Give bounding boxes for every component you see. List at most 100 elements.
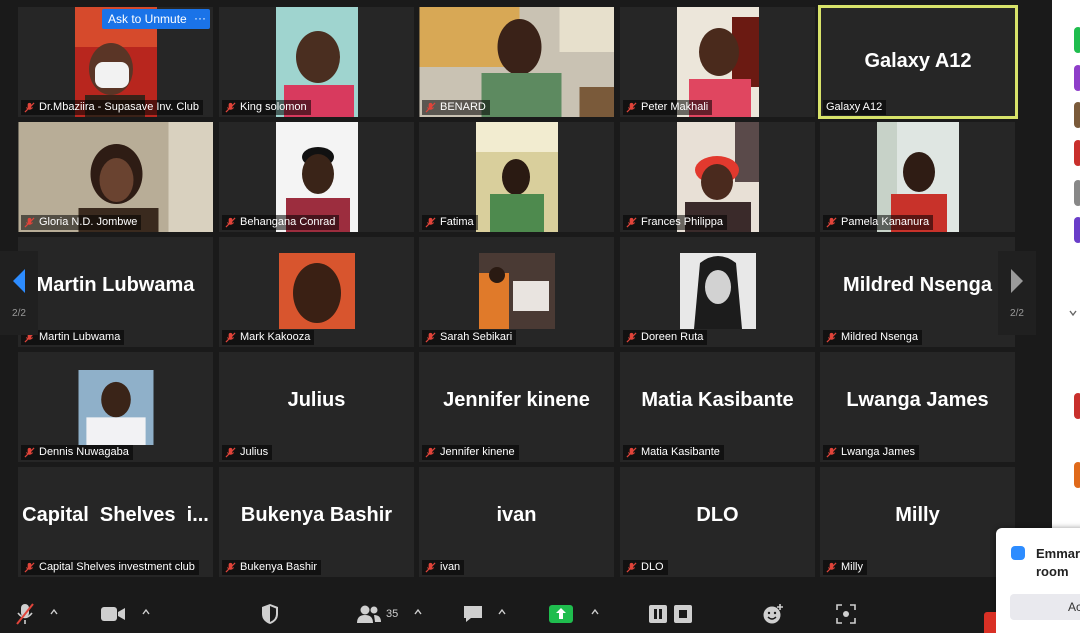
participant-photo <box>478 253 555 329</box>
participant-tile[interactable]: King solomon <box>219 7 414 117</box>
participants-count: 35 <box>386 608 399 620</box>
participant-tile[interactable]: Dennis Nuwagaba <box>18 352 213 462</box>
participant-name: Fatima <box>440 216 474 228</box>
participant-name: Milly <box>841 561 863 573</box>
smiley-add-icon <box>763 604 783 624</box>
participant-tile[interactable]: DLO DLO <box>620 467 815 577</box>
panel-avatar <box>1074 102 1080 128</box>
participant-name: Pamela Kananura <box>841 216 930 228</box>
participant-tile[interactable]: Milly Milly <box>820 467 1015 577</box>
participant-tile[interactable]: Behangana Conrad <box>219 122 414 232</box>
participant-tile[interactable]: Lwanga James Lwanga James <box>820 352 1015 462</box>
participant-tile[interactable]: Doreen Ruta <box>620 237 815 347</box>
participant-tile[interactable]: Mildred Nsenga Mildred Nsenga <box>820 237 1015 347</box>
participant-namebar: Gloria N.D. Jombwe <box>21 215 142 230</box>
participant-tile[interactable]: Peter Makhali <box>620 7 815 117</box>
participant-name: Mark Kakooza <box>240 331 311 343</box>
chevron-up-icon[interactable] <box>413 607 423 617</box>
stop-share-button[interactable] <box>673 601 693 627</box>
end-meeting-button-edge[interactable] <box>984 612 996 633</box>
participant-name: Behangana Conrad <box>240 216 336 228</box>
panel-avatar <box>1074 27 1080 53</box>
panel-avatar <box>1074 140 1080 166</box>
participant-namebar: Peter Makhali <box>623 100 713 115</box>
arrow-right-icon <box>1011 268 1023 293</box>
stop-icon <box>674 605 692 623</box>
pause-share-button[interactable] <box>648 601 668 627</box>
participant-name: DLO <box>641 561 664 573</box>
participant-tile[interactable]: Mark Kakooza <box>219 237 414 347</box>
participant-tile[interactable]: Julius Julius <box>219 352 414 462</box>
muted-mic-icon <box>826 562 837 573</box>
participant-display-name: DLO <box>696 503 739 526</box>
chevron-down-icon[interactable] <box>1068 308 1078 318</box>
shield-icon <box>262 604 278 624</box>
participant-display-name: Jennifer kinene <box>443 388 590 411</box>
panel-avatar <box>1074 462 1080 488</box>
muted-mic-icon <box>24 562 35 573</box>
participant-namebar: Galaxy A12 <box>823 100 887 115</box>
participant-name: Sarah Sebikari <box>440 331 513 343</box>
muted-mic-icon <box>626 102 637 113</box>
participant-video <box>475 122 558 232</box>
more-options-button[interactable]: ··· <box>190 9 210 29</box>
participant-tile[interactable]: Capital Shelves i... Capital Shelves inv… <box>18 467 213 577</box>
participants-button[interactable]: 35 <box>356 601 398 627</box>
chevron-up-icon[interactable] <box>141 607 151 617</box>
chevron-up-icon[interactable] <box>590 607 600 617</box>
participant-namebar: Fatima <box>422 215 478 230</box>
participant-name: Peter Makhali <box>641 101 709 113</box>
participant-tile[interactable]: BENARD <box>419 7 614 117</box>
muted-mic-icon <box>626 332 637 343</box>
chevron-up-icon[interactable] <box>497 607 507 617</box>
muted-mic-icon <box>225 562 236 573</box>
participant-tile[interactable]: Bukenya Bashir Bukenya Bashir <box>219 467 414 577</box>
participant-name: Gloria N.D. Jombwe <box>39 216 138 228</box>
participant-tile[interactable]: Matia Kasibante Matia Kasibante <box>620 352 815 462</box>
muted-mic-icon <box>826 217 837 228</box>
participant-name: Dr.Mbaziira - Supasave Inv. Club <box>39 101 199 113</box>
security-button[interactable] <box>260 601 280 627</box>
participant-namebar: Milly <box>823 560 867 575</box>
participant-tile[interactable]: Frances Philippa <box>620 122 815 232</box>
participant-tile[interactable]: Gloria N.D. Jombwe <box>18 122 213 232</box>
participant-namebar: Mildred Nsenga <box>823 330 923 345</box>
muted-mic-icon <box>626 562 637 573</box>
apps-icon <box>836 604 856 624</box>
panel-avatar <box>1074 180 1080 206</box>
muted-mic-icon <box>425 102 436 113</box>
participant-namebar: Capital Shelves investment club <box>21 560 199 575</box>
muted-mic-icon <box>626 447 637 458</box>
chat-button[interactable] <box>462 601 484 627</box>
participant-tile[interactable]: Fatima <box>419 122 614 232</box>
notification-action-button[interactable]: Ac <box>1010 594 1080 620</box>
share-screen-button[interactable] <box>549 601 573 627</box>
previous-page-button[interactable]: 2/2 <box>0 251 38 335</box>
participant-photo <box>278 253 355 329</box>
participant-tile[interactable]: Jennifer kinene Jennifer kinene <box>419 352 614 462</box>
participant-name: Matia Kasibante <box>641 446 720 458</box>
participant-tile[interactable]: Martin Lubwama Martin Lubwama <box>18 237 213 347</box>
unmute-button[interactable] <box>14 601 36 627</box>
participant-name: Jennifer kinene <box>440 446 515 458</box>
more-apps-button[interactable] <box>836 601 856 627</box>
participant-namebar: Pamela Kananura <box>823 215 934 230</box>
participant-display-name: Matia Kasibante <box>641 388 794 411</box>
participant-tile[interactable]: Ask to Unmute ··· Dr.Mbaziira - Supasave… <box>18 7 213 117</box>
reactions-button[interactable] <box>762 601 784 627</box>
participant-namebar: King solomon <box>222 100 311 115</box>
participant-name: Capital Shelves investment club <box>39 561 195 573</box>
next-page-button[interactable]: 2/2 <box>998 251 1036 335</box>
ask-to-unmute-button[interactable]: Ask to Unmute <box>102 9 193 29</box>
video-button[interactable] <box>100 601 126 627</box>
chevron-up-icon[interactable] <box>49 607 59 617</box>
participant-tile[interactable]: Pamela Kananura <box>820 122 1015 232</box>
muted-mic-icon <box>225 102 236 113</box>
participant-tile[interactable]: Sarah Sebikari <box>419 237 614 347</box>
participant-tile[interactable]: ivan ivan <box>419 467 614 577</box>
participant-namebar: Dr.Mbaziira - Supasave Inv. Club <box>21 100 203 115</box>
participant-namebar: Jennifer kinene <box>422 445 519 460</box>
participant-tile-active-speaker[interactable]: Galaxy A12 Galaxy A12 <box>818 5 1018 119</box>
arrow-left-icon <box>13 268 25 293</box>
page-indicator: 2/2 <box>1010 307 1024 319</box>
